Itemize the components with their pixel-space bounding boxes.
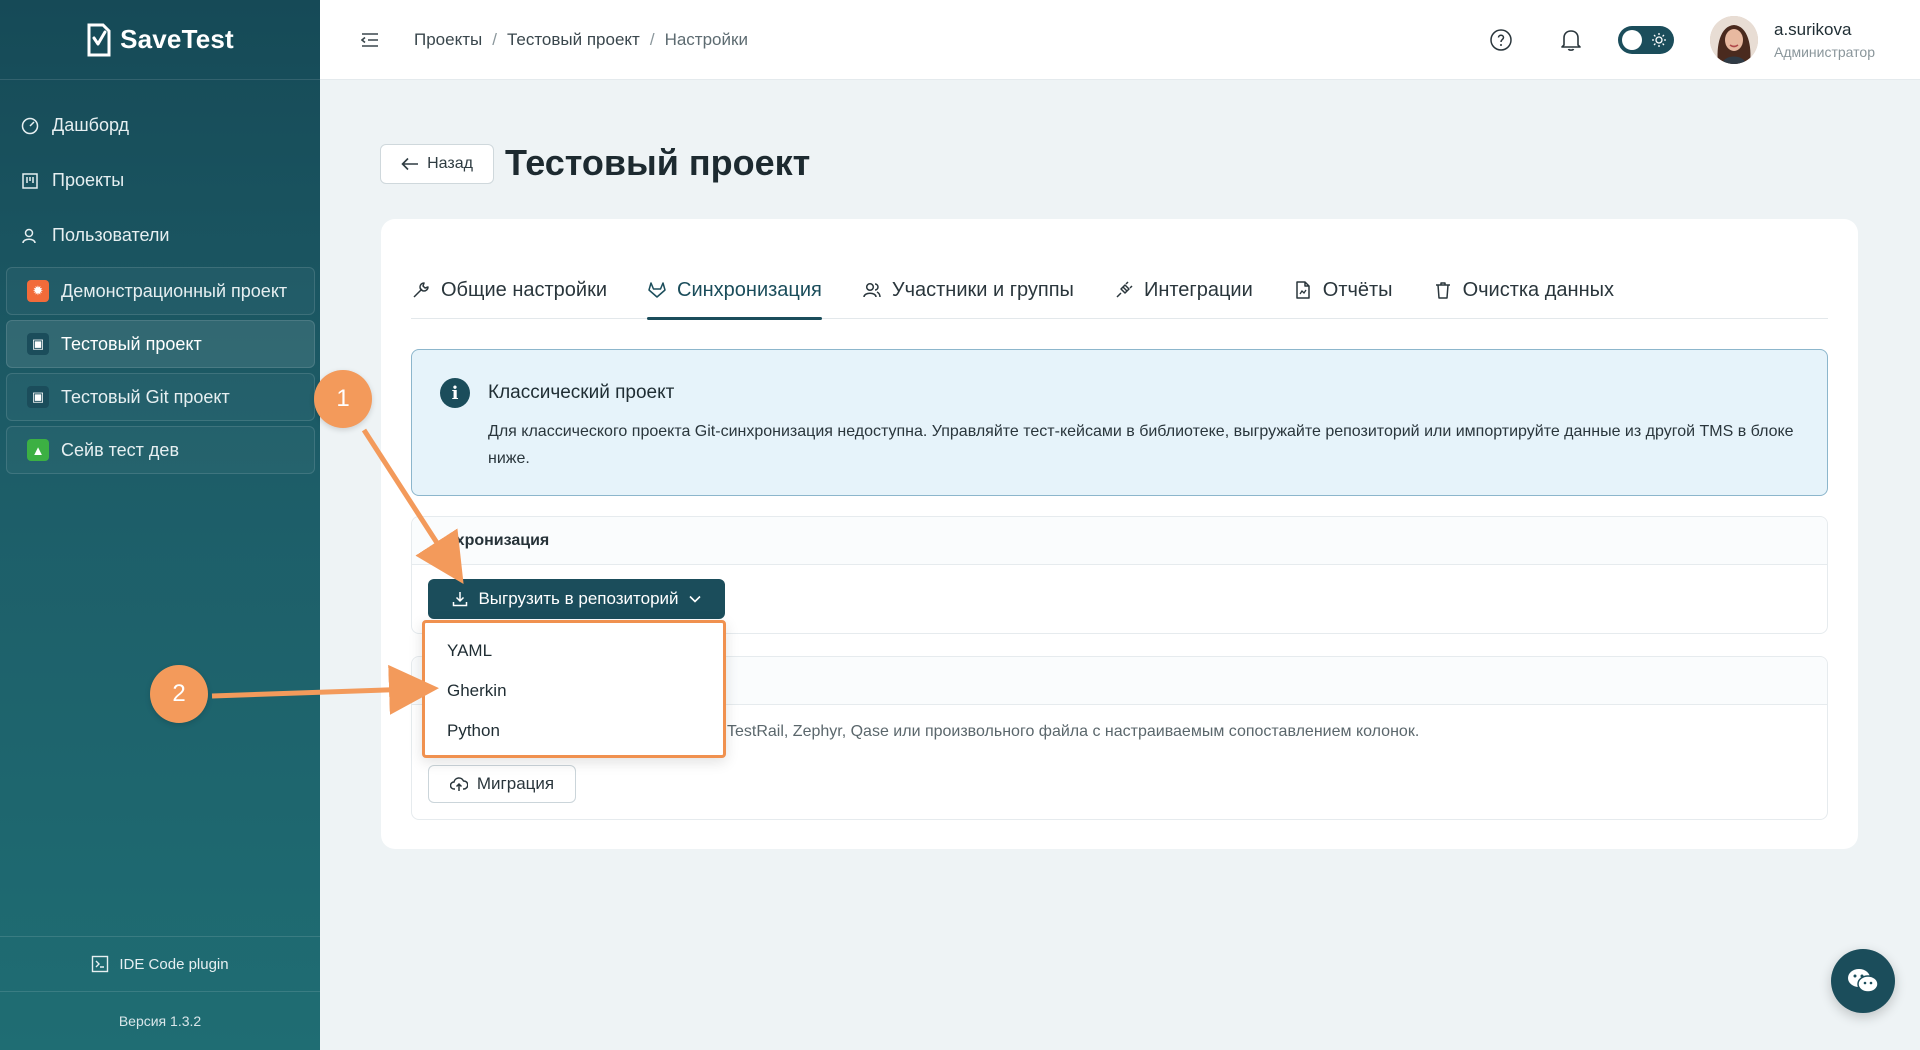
- project-doc-icon: ▣: [27, 333, 49, 355]
- migration-button-label: Миграция: [476, 774, 555, 793]
- back-button-label: Назад: [427, 155, 473, 172]
- main-nav: Дашборд Проекты Пользователи: [0, 80, 320, 263]
- project-label: Тестовый Git проект: [61, 386, 230, 407]
- nav-dashboard[interactable]: Дашборд: [0, 98, 320, 153]
- theme-toggle[interactable]: [1617, 26, 1674, 54]
- breadcrumb: Проекты / Тестовый проект / Настройки: [414, 30, 748, 50]
- plug-icon: [1116, 281, 1133, 298]
- import-description: TestRail, Zephyr, Qase или произвольного…: [727, 723, 1420, 740]
- sync-section-title: нхронизация: [412, 517, 1827, 565]
- project-item-test[interactable]: ▣ Тестовый проект: [6, 320, 315, 368]
- tab-label: Синхронизация: [677, 278, 822, 301]
- logo[interactable]: SaveTest: [0, 0, 320, 80]
- project-item-demo[interactable]: ✹ Демонстрационный проект: [6, 267, 315, 315]
- tab-label: Общие настройки: [441, 278, 607, 301]
- export-format-dropdown: YAML Gherkin Python: [422, 620, 726, 758]
- breadcrumb-projects[interactable]: Проекты: [414, 30, 482, 50]
- report-icon: [1296, 281, 1310, 299]
- download-icon: [453, 592, 468, 607]
- user-name: a.surikova: [1773, 20, 1852, 39]
- nav-projects-label: Проекты: [52, 170, 125, 190]
- chat-icon: [1848, 969, 1879, 993]
- migration-button[interactable]: Миграция: [428, 765, 576, 803]
- ide-plugin-label: IDE Code plugin: [119, 955, 229, 973]
- rocket-icon: ▲: [27, 439, 49, 461]
- theme-toggle-knob: [1621, 30, 1642, 50]
- tab-sync[interactable]: Синхронизация: [647, 261, 822, 320]
- help-icon: [1490, 29, 1512, 51]
- user-photo-icon: [1709, 16, 1758, 64]
- project-item-dev[interactable]: ▲ Сейв тест дев: [6, 426, 315, 474]
- dropdown-item-python[interactable]: Python: [425, 711, 723, 751]
- nav-users-label: Пользователи: [52, 225, 170, 245]
- projects-icon: [22, 172, 38, 189]
- page-title: Тестовый проект: [505, 142, 811, 183]
- tab-label: Отчёты: [1322, 278, 1393, 301]
- project-list: ✹ Демонстрационный проект ▣ Тестовый про…: [0, 267, 320, 474]
- info-text: Для классического проекта Git-синхрониза…: [488, 423, 1794, 467]
- settings-tabs: Общие настройки Синхронизация Участники …: [411, 261, 1828, 320]
- trash-icon: [1435, 282, 1450, 299]
- chevron-down-icon: [688, 595, 701, 603]
- tab-cleanup[interactable]: Очистка данных: [1433, 261, 1614, 319]
- breadcrumb-current: Настройки: [664, 29, 748, 49]
- menu-collapse-icon: [361, 32, 378, 47]
- nav-users[interactable]: Пользователи: [0, 208, 320, 263]
- project-label: Тестовый проект: [61, 333, 202, 354]
- sidebar-footer: IDE Code plugin Версия 1.3.2: [0, 936, 320, 1050]
- tab-reports[interactable]: Отчёты: [1293, 261, 1393, 319]
- terminal-icon: [92, 955, 109, 973]
- menu-toggle-button[interactable]: [358, 28, 382, 52]
- back-button[interactable]: Назад: [380, 144, 494, 184]
- dropdown-item-yaml[interactable]: YAML: [425, 631, 723, 671]
- tab-members[interactable]: Участники и группы: [862, 261, 1074, 319]
- nav-dashboard-label: Дашборд: [52, 115, 130, 135]
- dashboard-icon: [21, 117, 39, 134]
- sidebar: SaveTest Дашборд Проекты Пользователи ✹ …: [0, 0, 320, 1050]
- user-info[interactable]: a.surikova Администратор: [1774, 20, 1875, 60]
- chat-button[interactable]: [1831, 949, 1895, 1013]
- annotation-marker-2: 2: [150, 665, 208, 723]
- help-button[interactable]: [1488, 27, 1514, 53]
- savetest-logo-icon: [87, 23, 111, 56]
- tab-label: Интеграции: [1143, 278, 1253, 301]
- project-label: Сейв тест дев: [61, 439, 180, 460]
- tab-label: Очистка данных: [1462, 278, 1614, 301]
- tab-integrations[interactable]: Интеграции: [1114, 261, 1253, 319]
- annotation-marker-1: 1: [314, 370, 372, 428]
- users-icon: [22, 228, 36, 243]
- user-role: Администратор: [1773, 44, 1875, 60]
- bell-icon: [1561, 30, 1581, 51]
- notifications-button[interactable]: [1558, 27, 1584, 53]
- export-repository-button[interactable]: Выгрузить в репозиторий: [428, 579, 725, 619]
- info-icon: i: [440, 378, 470, 408]
- sync-section: нхронизация Выгрузить в репозиторий: [411, 516, 1828, 634]
- export-button-label: Выгрузить в репозиторий: [478, 589, 679, 608]
- info-title: Классический проект: [488, 382, 675, 403]
- cloud-upload-icon: [449, 777, 468, 791]
- tab-general[interactable]: Общие настройки: [411, 261, 607, 319]
- arrow-left-icon: [401, 157, 419, 171]
- breadcrumb-separator: /: [649, 29, 655, 49]
- breadcrumb-separator: /: [492, 29, 497, 49]
- sun-icon: [1651, 33, 1666, 47]
- app-name: SaveTest: [120, 24, 234, 54]
- users-icon: [863, 282, 881, 298]
- breadcrumb-project[interactable]: Тестовый проект: [507, 30, 640, 50]
- dropdown-item-gherkin[interactable]: Gherkin: [425, 671, 723, 711]
- ide-plugin-link[interactable]: IDE Code plugin: [0, 936, 320, 992]
- version-label: Версия 1.3.2: [118, 1013, 202, 1029]
- project-doc-icon: ▣: [27, 386, 49, 408]
- info-alert: i Классический проект Для классического …: [411, 349, 1828, 496]
- tab-label: Участники и группы: [891, 278, 1074, 301]
- top-header: Проекты / Тестовый проект / Настройки a.: [320, 0, 1920, 80]
- project-label: Демонстрационный проект: [61, 280, 288, 301]
- wrench-icon: [413, 282, 429, 298]
- avatar[interactable]: [1709, 16, 1758, 64]
- nav-projects[interactable]: Проекты: [0, 153, 320, 208]
- project-item-git[interactable]: ▣ Тестовый Git проект: [6, 373, 315, 421]
- bug-icon: ✹: [27, 280, 49, 302]
- gitlab-icon: [648, 282, 666, 298]
- header-actions: a.surikova Администратор: [1488, 0, 1920, 80]
